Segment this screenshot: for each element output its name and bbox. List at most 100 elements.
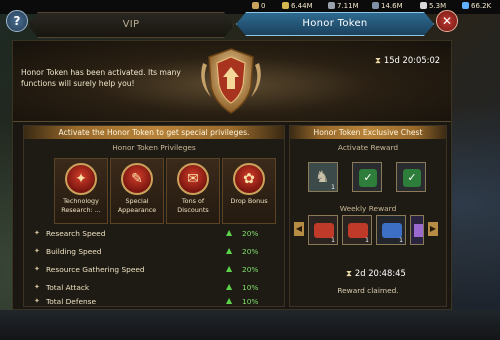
weekly-reward-item[interactable]: 1 — [342, 215, 372, 245]
tab-bar: VIP Honor Token — [0, 10, 500, 40]
arrow-up-icon: ▲ — [226, 246, 233, 255]
exclusive-chest-section: Honor Token Exclusive Chest Activate Rew… — [289, 125, 447, 307]
scroll-icon: ✉ — [177, 163, 209, 195]
food-icon — [282, 2, 289, 9]
weekly-reward-item[interactable]: 1 — [308, 215, 338, 245]
help-button[interactable]: ? — [6, 10, 28, 32]
bullet-icon: ✦ — [34, 229, 40, 237]
item-count: 1 — [331, 184, 335, 191]
gem-value: 66.2K — [471, 2, 492, 10]
red-book-icon — [348, 223, 368, 238]
weekly-reward-label: Weekly Reward — [339, 204, 397, 213]
weekly-reward-item[interactable]: 1 — [376, 215, 406, 245]
stone-resource: 7.11M — [328, 2, 359, 10]
stat-value: 10% — [242, 283, 259, 292]
iron-icon — [372, 2, 379, 9]
gem-resource: 66.2K — [462, 2, 491, 10]
activate-reward-claimed: ✓ — [396, 162, 426, 192]
honor-token-panel: Honor Token has been activated. Its many… — [12, 40, 452, 310]
chest-timer: ⧗ 2d 20:48:45 — [346, 268, 406, 279]
activate-reward-item[interactable]: ♞ 1 — [308, 162, 338, 192]
stat-name: Research Speed — [46, 229, 106, 238]
iron-value: 14.6M — [381, 2, 403, 10]
bullet-icon: ✦ — [34, 265, 40, 273]
item-count: 1 — [365, 237, 369, 244]
stat-value: 10% — [242, 297, 259, 306]
banner-timer-value: 15d 20:05:02 — [383, 55, 441, 65]
item-count: 1 — [331, 237, 335, 244]
wood-value: 0 — [261, 2, 266, 10]
book-icon: ✦ — [65, 163, 97, 195]
checkmark-icon: ✓ — [359, 169, 377, 187]
privilege-card-technology[interactable]: ✦ Technology Research: ... — [54, 158, 108, 224]
privilege-card-discounts[interactable]: ✉ Tons of Discounts — [166, 158, 220, 224]
gem-icon — [462, 2, 469, 9]
privileges-header: Activate the Honor Token to get special … — [24, 126, 284, 139]
stat-row: ✦ Total Attack ▲ 10% — [30, 282, 276, 296]
checkmark-icon: ✓ — [403, 169, 421, 187]
wood-icon — [252, 2, 259, 9]
warrior-icon: ♞ — [315, 167, 330, 186]
privilege-label: Tons of Discounts — [177, 197, 209, 214]
silver-icon — [420, 2, 427, 9]
stat-row: ✦ Resource Gathering Speed ▲ 20% — [30, 264, 276, 278]
chest-timer-value: 2d 20:48:45 — [354, 268, 406, 278]
bullet-icon: ✦ — [34, 283, 40, 291]
stat-name: Total Attack — [46, 283, 90, 292]
activate-reward-label: Activate Reward — [337, 143, 399, 152]
activation-message: Honor Token has been activated. Its many… — [21, 68, 181, 88]
privilege-label: Special Appearance — [117, 197, 157, 214]
hourglass-icon: ⧗ — [346, 268, 352, 278]
stat-value: 20% — [242, 265, 259, 274]
stat-name: Resource Gathering Speed — [46, 265, 145, 274]
stat-row: ✦ Building Speed ▲ 20% — [30, 246, 276, 260]
privileges-section: Activate the Honor Token to get special … — [23, 125, 285, 307]
privilege-card-appearance[interactable]: ✎ Special Appearance — [110, 158, 164, 224]
red-book-icon — [314, 223, 334, 238]
food-resource: 6.44M — [282, 2, 313, 10]
prev-arrow-button[interactable]: ◀ — [294, 222, 304, 236]
stat-name: Total Defense — [46, 297, 97, 306]
wood-resource: 0 — [252, 2, 265, 10]
item-count: 1 — [399, 237, 403, 244]
privilege-label: Drop Bonus — [230, 197, 268, 205]
stone-value: 7.11M — [337, 2, 359, 10]
tab-honor-token[interactable]: Honor Token — [236, 12, 434, 36]
honor-banner: Honor Token has been activated. Its many… — [13, 41, 451, 122]
reward-status: Reward claimed. — [337, 286, 399, 295]
blue-book-icon — [382, 223, 402, 238]
arrow-up-icon: ▲ — [226, 282, 233, 291]
stone-icon — [328, 2, 335, 9]
next-arrow-button[interactable]: ▶ — [428, 222, 438, 236]
arrow-up-icon: ▲ — [226, 228, 233, 237]
chest-header: Honor Token Exclusive Chest — [290, 126, 446, 139]
weekly-reward-item-partial[interactable] — [410, 215, 424, 245]
brush-icon: ✎ — [121, 163, 153, 195]
close-button[interactable]: ✕ — [436, 10, 458, 32]
activate-reward-claimed: ✓ — [352, 162, 382, 192]
bullet-icon: ✦ — [34, 297, 40, 305]
question-icon: ? — [13, 14, 21, 28]
purple-item-icon — [414, 224, 423, 237]
stat-row: ✦ Research Speed ▲ 20% — [30, 228, 276, 242]
food-value: 6.44M — [291, 2, 313, 10]
privilege-card-drop-bonus[interactable]: ✿ Drop Bonus — [222, 158, 276, 224]
privileges-subheader: Honor Token Privileges — [112, 143, 196, 152]
close-icon: ✕ — [441, 14, 453, 28]
chevron-left-icon: ◀ — [295, 224, 303, 233]
tab-vip[interactable]: VIP — [28, 12, 234, 38]
stat-value: 20% — [242, 247, 259, 256]
stat-value: 20% — [242, 229, 259, 238]
privilege-label: Technology Research: ... — [61, 197, 101, 214]
bottom-map-strip — [0, 310, 500, 340]
silver-value: 5.3M — [429, 2, 447, 10]
stat-name: Building Speed — [46, 247, 102, 256]
stat-row: ✦ Total Defense ▲ 10% — [30, 296, 276, 306]
sack-icon: ✿ — [233, 163, 265, 195]
banner-timer: ⧗ 15d 20:05:02 — [375, 55, 440, 66]
chevron-right-icon: ▶ — [429, 224, 437, 233]
hourglass-icon: ⧗ — [375, 55, 381, 65]
bullet-icon: ✦ — [34, 247, 40, 255]
honor-token-emblem-icon — [201, 48, 261, 114]
arrow-up-icon: ▲ — [226, 296, 233, 305]
